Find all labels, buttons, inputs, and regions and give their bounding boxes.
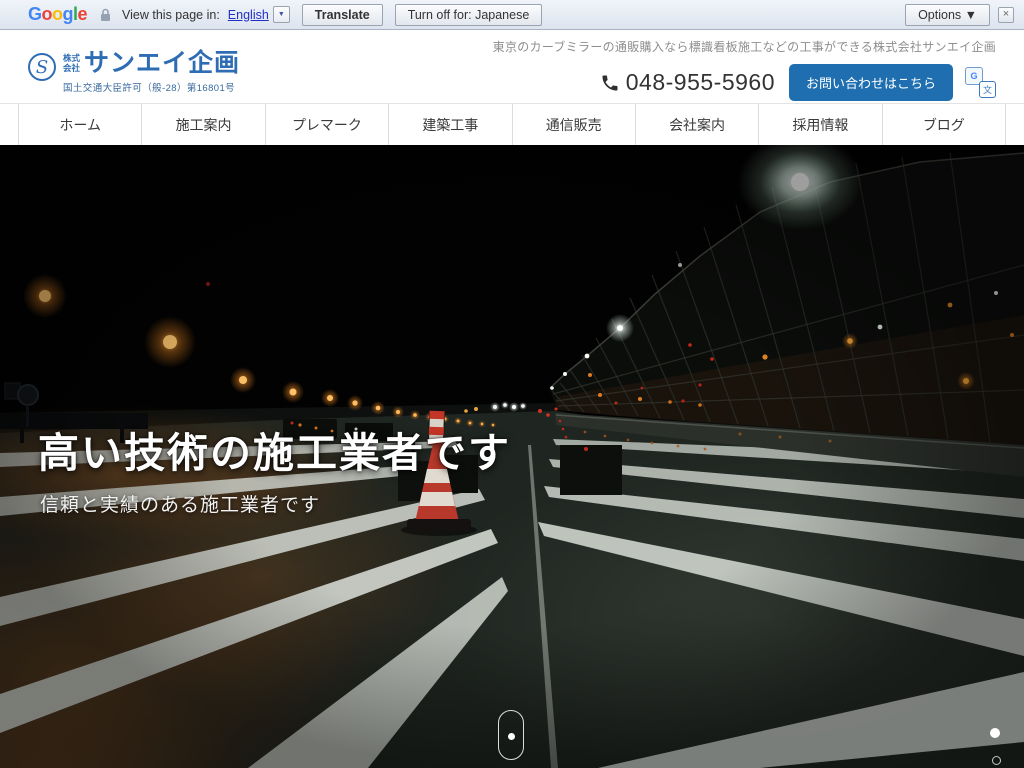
google-logo-letter: o — [52, 4, 63, 24]
nav-item-home[interactable]: ホーム — [18, 104, 141, 145]
google-translate-bar: Google View this page in: English ▼ Tran… — [0, 0, 1024, 30]
lock-icon — [100, 8, 111, 22]
scroll-indicator-dot — [508, 733, 515, 740]
main-nav: ホーム 施工案内 プレマーク 建築工事 通信販売 会社案内 採用情報 ブログ — [0, 104, 1024, 145]
nav-item-blog[interactable]: ブログ — [882, 104, 1006, 145]
phone-icon — [600, 73, 620, 93]
language-dropdown[interactable]: ▼ — [273, 6, 290, 23]
tagline: 東京のカーブミラーの通販購入なら標識看板施工などの工事ができる株式会社サンエイ企… — [493, 38, 996, 55]
translate-badge-front: 文 — [979, 81, 996, 98]
nav-item-recruit[interactable]: 採用情報 — [758, 104, 881, 145]
nav-item-premark[interactable]: プレマーク — [265, 104, 388, 145]
logo-prefix: 株式会社 — [63, 54, 80, 74]
turn-off-button[interactable]: Turn off for: Japanese — [395, 4, 543, 26]
contact-button[interactable]: お問い合わせはこちら — [789, 64, 953, 101]
translate-badge-icon[interactable]: G 文 — [965, 67, 996, 98]
translate-button[interactable]: Translate — [302, 4, 383, 26]
contact-row: 048-955-5960 お問い合わせはこちら G 文 — [600, 64, 996, 101]
google-logo-letter: e — [78, 4, 88, 24]
options-button[interactable]: Options ▼ — [905, 4, 990, 26]
hero-slider: 高い技術の施工業者です 信頼と実績のある施工業者です — [0, 145, 1024, 768]
nav-item-building-works[interactable]: 建築工事 — [388, 104, 511, 145]
logo-link[interactable]: S 株式会社 サンエイ企画 国土交通大臣許可（般-28）第16801号 — [28, 51, 240, 103]
google-logo-letter: G — [28, 4, 42, 24]
carousel-dot-active[interactable] — [990, 728, 1000, 738]
scroll-indicator[interactable] — [498, 710, 524, 760]
language-link[interactable]: English — [228, 8, 269, 22]
close-icon[interactable]: × — [998, 7, 1014, 23]
carousel-dot-inactive[interactable] — [992, 756, 1001, 765]
header-right: 東京のカーブミラーの通販購入なら標識看板施工などの工事ができる株式会社サンエイ企… — [493, 30, 996, 103]
site-header: S 株式会社 サンエイ企画 国土交通大臣許可（般-28）第16801号 東京のカ… — [0, 30, 1024, 104]
google-logo-letter: o — [42, 4, 53, 24]
license-number: 国土交通大臣許可（般-28）第16801号 — [63, 80, 240, 94]
google-logo: Google — [28, 4, 87, 25]
hero-title: 高い技術の施工業者です — [38, 419, 511, 479]
logo-text: 株式会社 サンエイ企画 国土交通大臣許可（般-28）第16801号 — [63, 51, 240, 94]
logo-monogram-icon: S — [28, 53, 56, 81]
hero-subtitle: 信頼と実績のある施工業者です — [40, 490, 320, 517]
company-name: サンエイ企画 — [84, 51, 240, 76]
nav-item-construction-guide[interactable]: 施工案内 — [141, 104, 264, 145]
nav-item-online-shop[interactable]: 通信販売 — [512, 104, 635, 145]
nav-item-company[interactable]: 会社案内 — [635, 104, 758, 145]
phone-number: 048-955-5960 — [626, 69, 775, 96]
google-logo-letter: g — [63, 4, 74, 24]
view-page-label: View this page in: — [122, 8, 220, 22]
